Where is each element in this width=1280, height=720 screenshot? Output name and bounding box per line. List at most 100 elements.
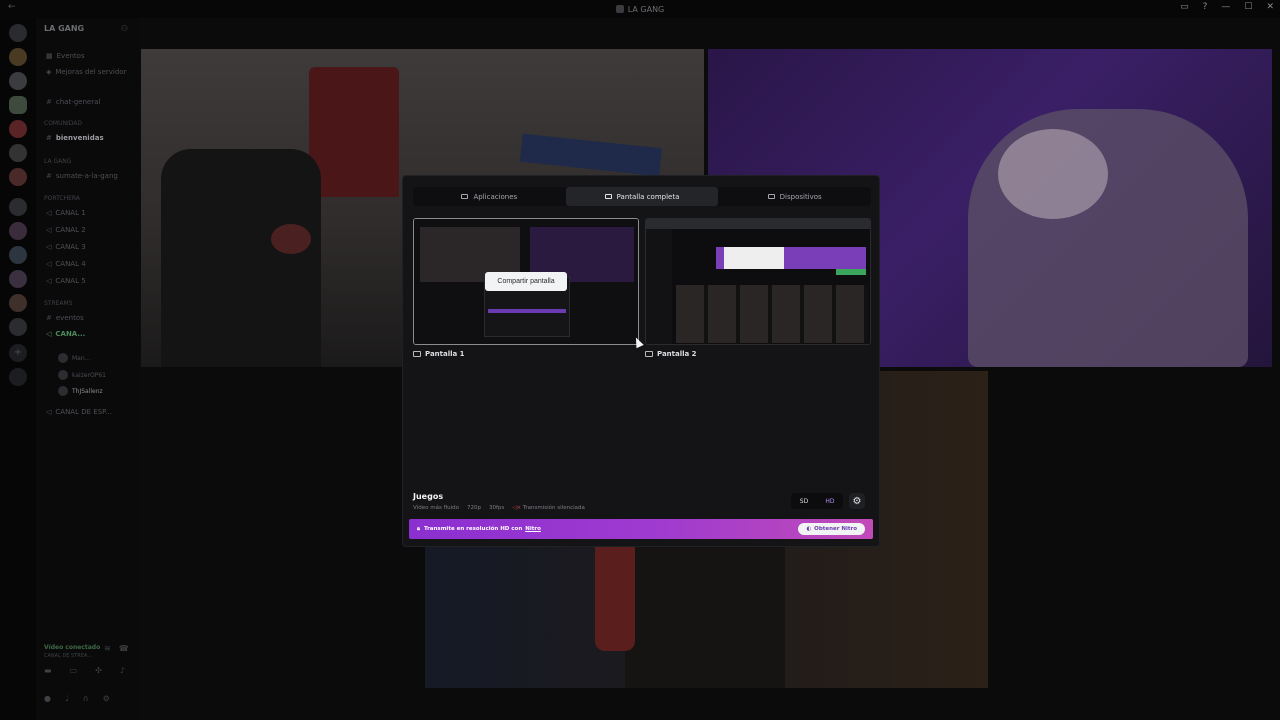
guild-name[interactable]: LA GANG xyxy=(44,24,84,33)
source-tabs: Aplicaciones Pantalla completa Dispositi… xyxy=(413,187,871,206)
server-icon[interactable] xyxy=(9,246,27,264)
speaker-icon: ◁ xyxy=(46,277,52,285)
explore-icon[interactable] xyxy=(9,368,27,386)
hash-icon: # xyxy=(46,172,52,180)
nitro-text: Transmite en resolución HD con xyxy=(423,526,523,532)
avatar[interactable]: ● xyxy=(44,694,51,703)
category-portchera[interactable]: PORTCHERA xyxy=(44,195,80,202)
cap-image xyxy=(271,224,311,254)
noise-icon[interactable]: ≋ xyxy=(104,644,111,653)
voice-channel[interactable]: ◁ CANAL 2 xyxy=(46,226,136,234)
app-icon xyxy=(461,194,469,199)
settings-icon[interactable]: ⚙ xyxy=(103,694,110,703)
voice-channel[interactable]: ◁ CANAL 1 xyxy=(46,209,136,217)
channel-eventos[interactable]: # eventos xyxy=(46,314,136,322)
server-icon[interactable] xyxy=(9,120,27,138)
sd-option[interactable]: SD xyxy=(791,493,817,509)
server-icon[interactable] xyxy=(9,198,27,216)
thumbnail-preview xyxy=(836,269,866,275)
scarf-image xyxy=(519,133,663,177)
invite-icon[interactable]: ⚇ xyxy=(121,24,128,33)
lock-icon: 🔒︎ xyxy=(417,525,420,532)
server-icon[interactable] xyxy=(9,144,27,162)
screen-label-1: Pantalla 1 xyxy=(413,350,465,358)
voice-status-subtitle: CANAL DE STREA... xyxy=(44,653,93,659)
maximize-button[interactable]: ☐ xyxy=(1244,2,1252,12)
quality-title: Juegos xyxy=(413,492,444,501)
sidebar-item-events[interactable]: ▦ Eventos xyxy=(46,52,136,60)
help-icon[interactable]: ? xyxy=(1203,2,1208,12)
category-comunidad[interactable]: COMUNIDAD xyxy=(44,120,82,127)
quality-subtitle: Vídeo más fluido xyxy=(413,505,459,511)
category-la-gang[interactable]: LA GANG xyxy=(44,158,71,165)
sidebar-item-boosts[interactable]: ◈ Mejoras del servidor xyxy=(46,68,136,76)
server-icon[interactable] xyxy=(9,72,27,90)
resolution-toggle[interactable]: SD HD xyxy=(791,493,843,509)
voice-status-title: Vídeo conectado xyxy=(44,644,101,651)
server-rail: + xyxy=(0,18,36,720)
camera-icon[interactable]: ▬ xyxy=(44,666,52,675)
soundboard-icon[interactable]: ♪ xyxy=(120,666,125,675)
voice-controls: ≋ ☎ xyxy=(104,644,129,653)
home-icon[interactable] xyxy=(9,24,27,42)
server-icon[interactable] xyxy=(9,294,27,312)
fps-value: 30fps xyxy=(488,505,505,511)
avatar xyxy=(58,370,68,380)
user-panel: Vídeo conectado CANAL DE STREA... ≋ ☎ ▬ ▭ ✣… xyxy=(36,638,140,720)
mic-icon[interactable]: ♩ xyxy=(65,694,69,703)
nitro-link[interactable]: Nitro xyxy=(525,526,541,532)
add-server-icon[interactable]: + xyxy=(9,344,27,362)
back-icon[interactable]: ← xyxy=(8,2,16,12)
get-nitro-button[interactable]: ◐ Obtener Nitro xyxy=(798,523,865,535)
chair-image xyxy=(161,149,321,367)
inbox-icon[interactable]: ▭ xyxy=(1180,2,1189,12)
channel-bienvenidas[interactable]: # bienvenidas xyxy=(46,134,136,142)
hash-icon: # xyxy=(46,314,52,322)
screen-share-icon[interactable]: ▭ xyxy=(70,666,78,675)
speaker-icon: ◁ xyxy=(46,330,52,338)
activity-icon[interactable]: ✣ xyxy=(95,666,102,675)
voice-channel[interactable]: ◁ CANAL 4 xyxy=(46,260,136,268)
server-icon[interactable] xyxy=(9,270,27,288)
share-screen-button[interactable]: Compartir pantalla xyxy=(485,272,567,291)
window-controls: ▭ ? — ☐ ✕ xyxy=(1180,2,1274,12)
tab-full-screen[interactable]: Pantalla completa xyxy=(565,187,719,206)
voice-channel[interactable]: ◁ CANAL DE ESP... xyxy=(46,408,136,416)
voice-channel[interactable]: ◁ CANAL 3 xyxy=(46,243,136,251)
thumbnail-preview xyxy=(676,285,868,343)
voice-user[interactable]: kaizerOP61 xyxy=(58,370,106,380)
server-icon[interactable] xyxy=(9,48,27,66)
stream-settings-button[interactable]: ⚙ xyxy=(849,493,865,509)
tab-applications[interactable]: Aplicaciones xyxy=(413,187,566,206)
voice-channel[interactable]: ◁ CANAL 5 xyxy=(46,277,136,285)
monitor-icon xyxy=(413,351,421,357)
server-icon[interactable] xyxy=(9,96,27,114)
server-icon[interactable] xyxy=(9,222,27,240)
chair-image xyxy=(595,531,635,651)
title-bar: ← LA GANG ▭ ? — ☐ ✕ xyxy=(0,0,1280,18)
tab-devices[interactable]: Dispositivos xyxy=(718,187,871,206)
nitro-icon: ◐ xyxy=(806,526,812,532)
voice-user[interactable]: Man... xyxy=(58,353,90,363)
head-image xyxy=(998,129,1108,219)
screen-thumbnail-1[interactable]: Compartir pantalla xyxy=(413,218,639,345)
muted-speaker-icon: ◁× xyxy=(512,505,522,511)
minimize-button[interactable]: — xyxy=(1221,2,1230,12)
server-icon[interactable] xyxy=(9,168,27,186)
headset-icon[interactable]: ∩ xyxy=(83,694,89,703)
hd-option[interactable]: HD xyxy=(817,493,843,509)
disconnect-icon[interactable]: ☎ xyxy=(119,644,129,653)
server-icon[interactable] xyxy=(9,318,27,336)
channel-chat-general[interactable]: # chat-general xyxy=(46,98,136,106)
camera-icon xyxy=(767,194,775,199)
channel-sumate[interactable]: # sumate-a-la-gang xyxy=(46,172,136,180)
voice-user[interactable]: ThJSallenz xyxy=(58,386,103,396)
speaker-icon: ◁ xyxy=(46,226,52,234)
screen-thumbnail-2[interactable] xyxy=(645,218,871,345)
voice-channel-active[interactable]: ◁ CANA... xyxy=(46,330,136,338)
speaker-icon: ◁ xyxy=(46,260,52,268)
close-button[interactable]: ✕ xyxy=(1266,2,1274,12)
boost-icon: ◈ xyxy=(46,68,52,76)
avatar xyxy=(58,353,68,363)
category-streams[interactable]: STREAMS xyxy=(44,300,73,307)
